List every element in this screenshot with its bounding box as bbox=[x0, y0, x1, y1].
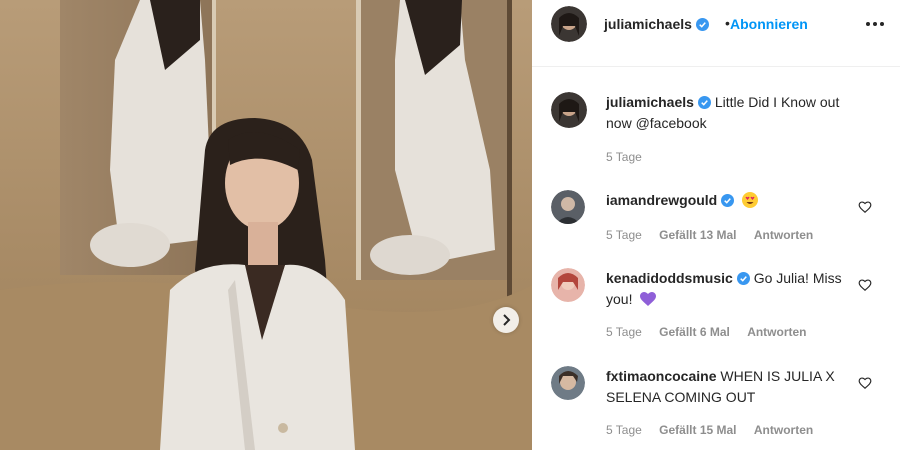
comment-likes[interactable]: Gefällt 13 Mal bbox=[659, 228, 736, 242]
caption-time[interactable]: 5 Tage bbox=[606, 150, 642, 164]
comment-text-block: fxtimaoncocaine WHEN IS JULIA X SELENA C… bbox=[606, 366, 856, 408]
heart-eyes-emoji-icon bbox=[742, 192, 759, 208]
reply-button[interactable]: Antworten bbox=[754, 228, 813, 242]
photo-illustration bbox=[0, 0, 532, 450]
heart-outline-icon[interactable] bbox=[858, 200, 872, 214]
comment-time[interactable]: 5 Tage bbox=[606, 228, 642, 242]
comment-meta: 5 Tage Gefällt 13 Mal Antworten bbox=[606, 228, 827, 242]
post-photo[interactable] bbox=[0, 0, 532, 450]
verified-badge-icon bbox=[697, 96, 711, 109]
post-side-panel: juliamichaels • Abonnieren juliamichaels… bbox=[532, 0, 900, 450]
commenter-username[interactable]: fxtimaoncocaine bbox=[606, 368, 716, 384]
commenter-avatar[interactable] bbox=[551, 190, 585, 224]
more-options-icon[interactable] bbox=[866, 16, 890, 32]
chevron-right-icon bbox=[503, 314, 511, 326]
comment-text-block: kenadidoddsmusic Go Julia! Miss you! bbox=[606, 268, 856, 310]
reply-button[interactable]: Antworten bbox=[747, 325, 806, 339]
verified-badge-icon bbox=[695, 18, 709, 31]
commenter-avatar[interactable] bbox=[551, 268, 585, 302]
heart-outline-icon[interactable] bbox=[858, 278, 872, 292]
author-avatar[interactable] bbox=[551, 6, 587, 42]
commenter-username[interactable]: iamandrewgould bbox=[606, 192, 735, 208]
author-username[interactable]: juliamichaels bbox=[604, 16, 709, 32]
caption-meta: 5 Tage bbox=[606, 150, 656, 164]
caption-author-avatar[interactable] bbox=[551, 92, 587, 128]
verified-badge-icon bbox=[721, 194, 735, 207]
purple-heart-emoji-icon bbox=[640, 292, 657, 306]
comment-time[interactable]: 5 Tage bbox=[606, 325, 642, 339]
caption-text-block: juliamichaels Little Did I Know out now … bbox=[606, 92, 856, 134]
post-header: juliamichaels • Abonnieren bbox=[532, 0, 900, 67]
comment-meta: 5 Tage Gefällt 15 Mal Antworten bbox=[606, 423, 827, 437]
comment-likes[interactable]: Gefällt 6 Mal bbox=[659, 325, 730, 339]
caption-username[interactable]: juliamichaels bbox=[606, 94, 711, 110]
comment-text-block: iamandrewgould bbox=[606, 190, 856, 211]
commenter-username[interactable]: kenadidoddsmusic bbox=[606, 270, 750, 286]
verified-badge-icon bbox=[736, 272, 750, 285]
heart-outline-icon[interactable] bbox=[858, 376, 872, 390]
next-image-button[interactable] bbox=[493, 307, 519, 333]
comment-meta: 5 Tage Gefällt 6 Mal Antworten bbox=[606, 325, 821, 339]
reply-button[interactable]: Antworten bbox=[754, 423, 813, 437]
comment-time[interactable]: 5 Tage bbox=[606, 423, 642, 437]
follow-button[interactable]: Abonnieren bbox=[730, 16, 808, 32]
comment-likes[interactable]: Gefällt 15 Mal bbox=[659, 423, 736, 437]
commenter-avatar[interactable] bbox=[551, 366, 585, 400]
